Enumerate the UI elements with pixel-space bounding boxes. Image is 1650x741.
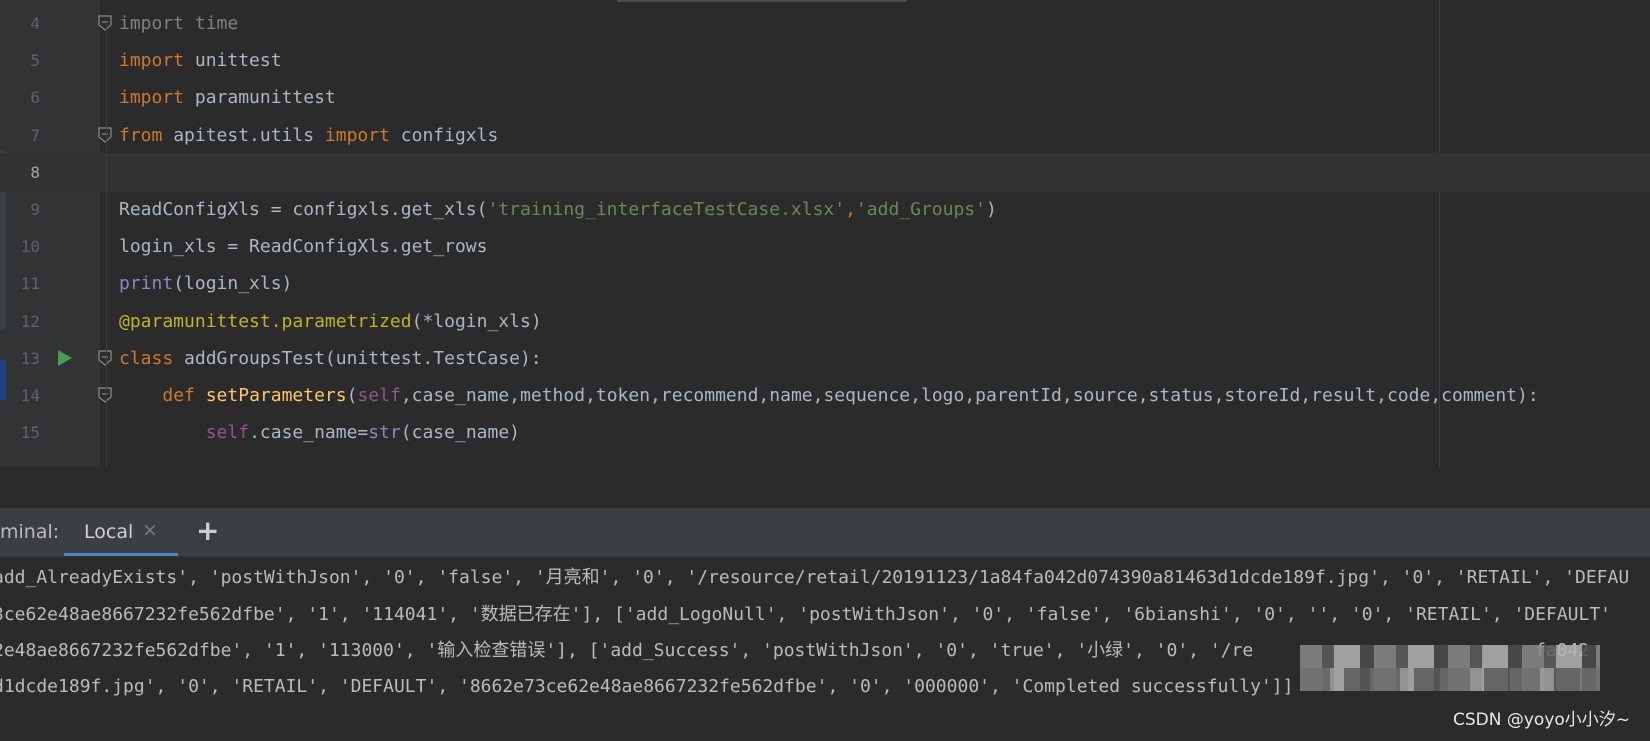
code-token: (*login_xls) [411,310,542,332]
code-token: print [119,273,174,295]
code-token: unittest [184,50,282,72]
code-token: import [119,50,185,72]
code-line[interactable]: 12 @paramunittest.parametrized(*login_xls… [0,302,1650,341]
code-token: ReadConfigXls = configxls.get_xls( [119,199,488,220]
code-token: apitest.utils [162,124,325,146]
code-token: @paramunittest.parametrized [119,310,412,332]
line-number: 8 [30,162,40,182]
code-line[interactable]: 6 import paramunittest [0,78,1650,117]
code-line[interactable]: 10 login_xls = ReadConfigXls.get_rows [0,227,1650,266]
line-number: 15 [20,423,40,443]
code-text: import time [119,4,238,43]
code-line[interactable]: 4 import time [0,4,1650,43]
fold-icon[interactable] [98,387,112,403]
line-number: 5 [30,51,40,71]
code-token: setParameters [205,385,347,406]
code-line[interactable]: 5 import unittest [0,41,1650,80]
code-token: addGroupsTest(unittest.TestCase): [173,347,542,369]
close-icon[interactable]: × [142,519,158,541]
add-terminal-icon[interactable]: + [196,514,219,547]
code-line[interactable]: 9 ReadConfigXls = configxls.get_xls('trai… [0,190,1650,229]
code-token: self [205,422,250,444]
code-token: ) [985,199,997,220]
line-number: 9 [30,200,40,219]
fold-guide-line [106,24,107,467]
code-token: class [119,347,174,369]
terminal-line: add_AlreadyExists', 'postWithJson', '0',… [0,567,1630,588]
fold-icon[interactable] [98,15,112,31]
code-token: (case_name) [400,422,521,444]
code-line[interactable]: 13 class addGroupsTest(unittest.TestCase)… [0,339,1650,378]
line-number: 13 [20,348,40,368]
code-token: from [119,124,163,146]
line-number: 12 [20,311,40,331]
code-line[interactable]: 7 from apitest.utils import configxls [0,116,1650,155]
code-text: import unittest [119,41,282,80]
tab-local-label: Local [84,521,134,543]
code-text: self.case_name=str(case_name) [119,413,520,452]
code-token: 'add_Groups' [855,199,986,220]
line-number: 11 [20,274,40,294]
code-text: class addGroupsTest(unittest.TestCase): [119,339,542,378]
fold-icon[interactable] [98,350,112,366]
line-number: 6 [30,88,40,108]
fold-icon[interactable] [98,126,112,143]
line-number: 10 [20,237,40,257]
line-number: 4 [30,14,40,33]
editor-bottom-area [0,467,1650,508]
code-line[interactable]: 15 self.case_name=str(case_name) [0,413,1650,452]
watermark: CSDN @yoyo小小汐~ [1453,710,1631,730]
code-token: str [368,422,401,444]
code-editor[interactable]: 4 import time 5 import unittest 6 import para… [0,0,1650,467]
terminal-line: d1dcde189f.jpg', '0', 'RETAIL', 'DEFAULT… [0,676,1294,697]
code-line[interactable]: 8 [0,152,1650,192]
terminal-header: minal: Local × + [0,508,1650,557]
code-text: import paramunittest [119,78,336,117]
code-text: def setParameters(self,case_name,method,… [119,376,1539,415]
code-token: import [119,87,185,109]
redaction-blur [1300,668,1600,691]
code-token: , [845,199,856,220]
code-line[interactable]: 11 print(login_xls) [0,264,1650,303]
tab-local[interactable]: Local × [64,508,178,556]
code-token: ,case_name,method,token,recommend,name,s… [400,385,1539,406]
code-text: login_xls = ReadConfigXls.get_rows [119,227,487,266]
editor-top-strip [617,0,907,2]
code-token: import time [119,13,239,34]
run-icon[interactable] [57,349,73,367]
code-token: self [357,385,401,406]
code-token: (login_xls) [173,273,293,295]
code-token: login_xls = ReadConfigXls.get_rows [119,236,488,258]
terminal-line: 3ce62e48ae8667232fe562dfbe', '1', '11404… [0,604,1612,625]
code-line[interactable]: 14 def setParameters(self,case_name,meth… [0,376,1650,415]
code-token: .case_name= [249,422,369,444]
code-token: import [324,124,390,146]
line-number: 7 [30,125,40,145]
line-number: 14 [20,386,40,405]
code-token: 'training_interfaceTestCase.xlsx' [487,199,846,220]
code-text: print(login_xls) [119,264,292,303]
code-token: configxls [389,124,499,146]
code-text: from apitest.utils import configxls [119,116,498,155]
code-token: ( [346,385,358,406]
code-token: paramunittest [184,87,336,109]
code-token: def [162,385,195,406]
code-text: ReadConfigXls = configxls.get_xls('train… [119,190,997,229]
code-text: @paramunittest.parametrized(*login_xls) [119,302,542,341]
terminal-title: minal: [0,521,60,543]
